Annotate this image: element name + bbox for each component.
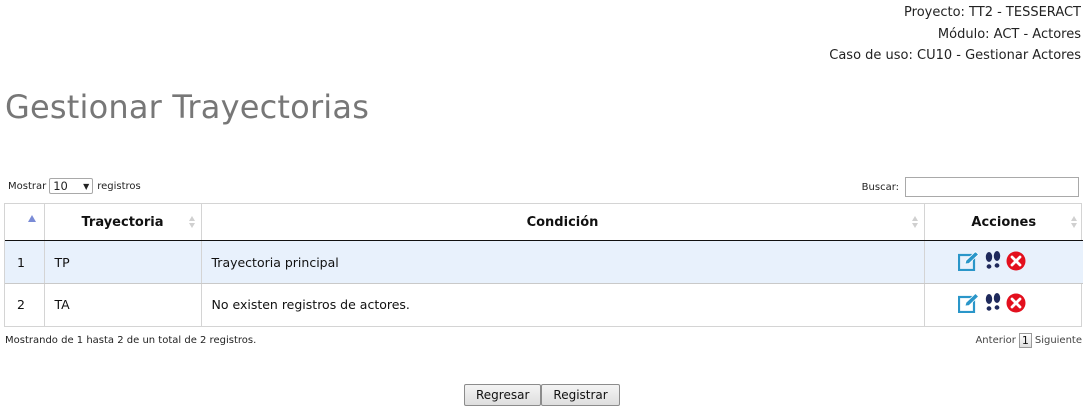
- length-suffix: registros: [97, 180, 141, 192]
- edit-icon[interactable]: [957, 250, 980, 274]
- back-button[interactable]: Regresar: [464, 384, 542, 406]
- page-button-current[interactable]: 1: [1018, 333, 1032, 348]
- form-buttons: Regresar Registrar: [464, 384, 620, 406]
- table-row[interactable]: 2 TA No existen registros de actores.: [5, 283, 1083, 326]
- delete-icon[interactable]: [1006, 251, 1026, 274]
- length-value: 10: [53, 179, 68, 193]
- row-number: 1: [5, 240, 45, 284]
- sort-ascending-icon: [28, 215, 36, 222]
- chevron-down-icon: ▼: [83, 181, 90, 191]
- table-row[interactable]: 1 TP Trayectoria principal: [5, 240, 1083, 284]
- delete-icon[interactable]: [1006, 293, 1026, 316]
- column-header-number[interactable]: [5, 204, 45, 241]
- row-actions: [924, 284, 1083, 326]
- table-info: Mostrando de 1 hasta 2 de un total de 2 …: [5, 335, 257, 346]
- footprints-icon[interactable]: [984, 250, 1002, 274]
- column-header-trayectoria[interactable]: Trayectoria: [44, 204, 202, 241]
- length-menu: Mostrar 10 ▼ registros: [8, 178, 141, 194]
- project-label: Proyecto: TT2 - TESSERACT: [904, 5, 1081, 20]
- use-case-label: Caso de uso: CU10 - Gestionar Actores: [829, 48, 1081, 63]
- search-input[interactable]: [905, 177, 1079, 197]
- row-actions: [924, 240, 1083, 284]
- column-header-acciones[interactable]: Acciones: [924, 204, 1083, 241]
- row-trayectoria: TP: [44, 240, 202, 284]
- row-condicion: Trayectoria principal: [201, 240, 925, 284]
- length-prefix: Mostrar: [8, 180, 47, 192]
- register-button[interactable]: Registrar: [541, 384, 620, 406]
- row-trayectoria: TA: [44, 283, 202, 326]
- edit-icon[interactable]: [957, 293, 980, 316]
- sort-icon: [911, 216, 918, 228]
- page-title: Gestionar Trayectorias: [5, 88, 370, 126]
- column-header-label: Acciones: [971, 214, 1037, 230]
- next-page-link[interactable]: Siguiente: [1035, 335, 1082, 346]
- footprints-icon[interactable]: [984, 293, 1002, 316]
- column-header-label: Condición: [526, 214, 599, 230]
- row-number: 2: [5, 283, 45, 326]
- length-select[interactable]: 10 ▼: [49, 178, 94, 194]
- previous-page-link[interactable]: Anterior: [975, 335, 1015, 346]
- row-condicion: No existen registros de actores.: [201, 283, 925, 326]
- pagination: Anterior 1 Siguiente: [975, 333, 1082, 348]
- module-label: Módulo: ACT - Actores: [937, 26, 1081, 42]
- search-label: Buscar:: [861, 181, 899, 193]
- sort-icon: [1071, 216, 1077, 228]
- search-filter: Buscar:: [862, 177, 1079, 197]
- sort-icon: [188, 216, 195, 228]
- trajectories-table: Trayectoria Condición Acciones 1 TP Tray…: [4, 203, 1083, 327]
- column-header-label: Trayectoria: [81, 214, 164, 230]
- project-info: Proyecto: TT2 - TESSERACT Módulo: ACT - …: [829, 2, 1081, 67]
- table-header-row: Trayectoria Condición Acciones: [5, 204, 1083, 241]
- column-header-condicion[interactable]: Condición: [201, 204, 925, 241]
